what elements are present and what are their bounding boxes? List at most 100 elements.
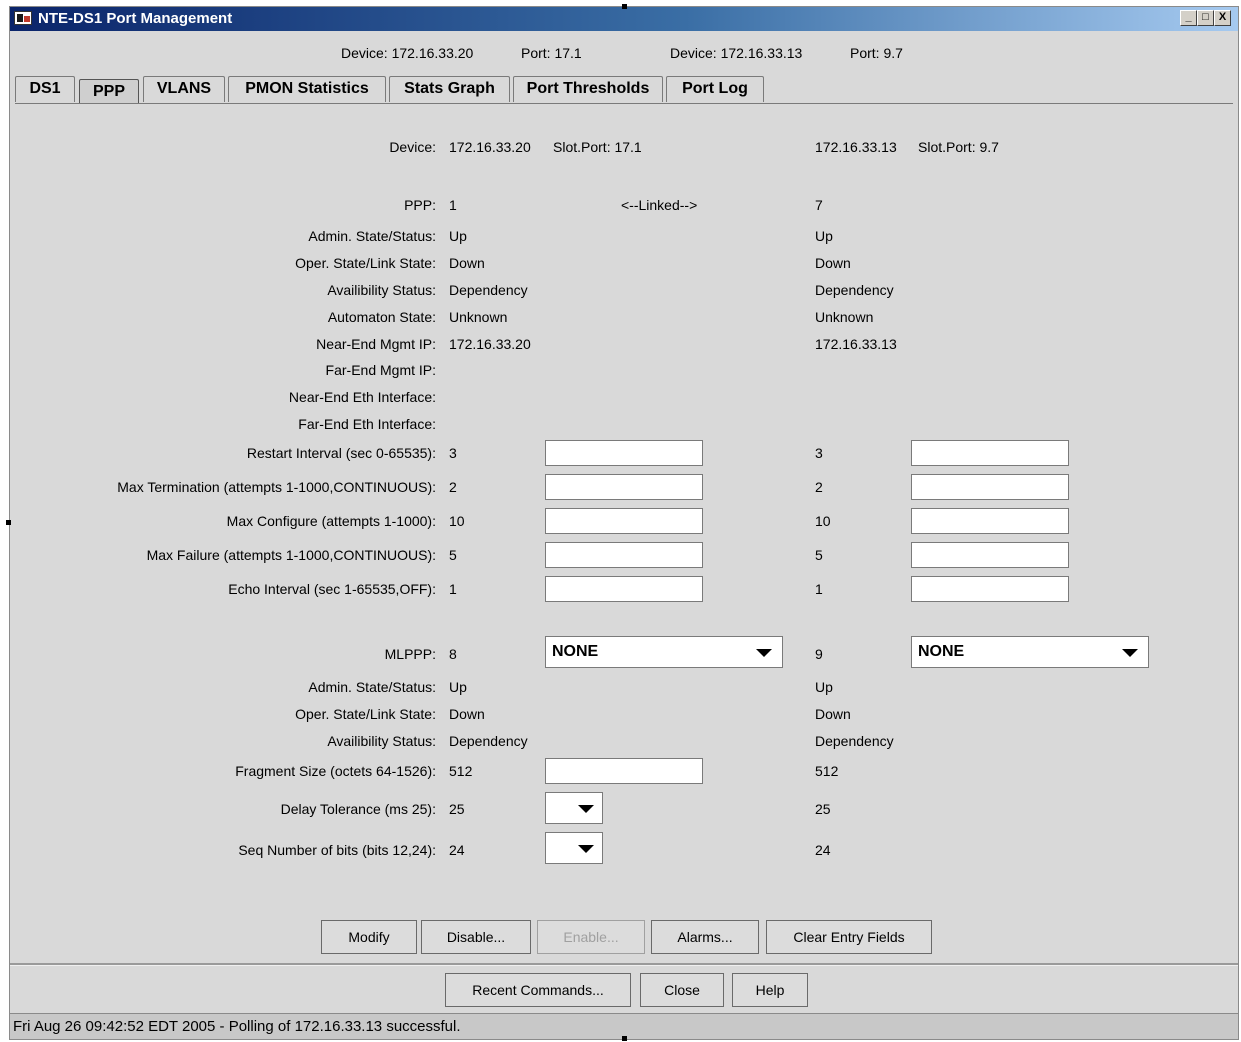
tab-port-log[interactable]: Port Log [666, 76, 764, 102]
mlppp-availability-near: Dependency [449, 733, 528, 749]
admin-state-far: Up [815, 228, 833, 244]
separator [10, 963, 1238, 966]
linked-indicator: <--Linked--> [621, 197, 698, 213]
max-failure-near-input[interactable] [545, 542, 703, 568]
mlppp-near: 8 [449, 646, 457, 662]
availability-label: Availibility Status: [327, 282, 436, 298]
ppp-near: 1 [449, 197, 457, 213]
restart-interval-label: Restart Interval (sec 0-65535): [246, 445, 436, 461]
mlppp-oper-state-label: Oper. State/Link State: [295, 706, 436, 722]
restart-interval-far: 3 [815, 445, 823, 461]
near-mgmt-ip-label: Near-End Mgmt IP: [316, 336, 436, 352]
max-termination-near-input[interactable] [545, 474, 703, 500]
max-termination-label: Max Termination (attempts 1-1000,CONTINU… [117, 479, 436, 495]
minimize-button[interactable]: _ [1180, 10, 1197, 26]
alarms-button[interactable]: Alarms... [651, 920, 759, 954]
fragment-size-label: Fragment Size (octets 64-1526): [235, 763, 436, 779]
mlppp-label: MLPPP: [384, 646, 436, 662]
max-termination-near: 2 [449, 479, 457, 495]
near-eth-interface-label: Near-End Eth Interface: [288, 389, 436, 405]
seq-number-far: 24 [815, 842, 831, 858]
mlppp-far: 9 [815, 646, 823, 662]
title-bar[interactable]: NTE-DS1 Port Management _ □ X [10, 7, 1238, 31]
max-termination-far-input[interactable] [911, 474, 1069, 500]
echo-interval-far: 1 [815, 581, 823, 597]
echo-interval-label: Echo Interval (sec 1-65535,OFF): [228, 581, 436, 597]
far-eth-interface-label: Far-End Eth Interface: [298, 416, 436, 432]
mlppp-admin-state-label: Admin. State/Status: [308, 679, 436, 695]
max-failure-near: 5 [449, 547, 457, 563]
mlppp-far-select[interactable]: NONE [911, 636, 1149, 668]
admin-state-near: Up [449, 228, 467, 244]
window-title: NTE-DS1 Port Management [38, 10, 233, 27]
restart-interval-near-input[interactable] [545, 440, 703, 466]
resize-handle-left[interactable] [6, 520, 11, 525]
fragment-size-input[interactable] [545, 758, 703, 784]
port-management-window: NTE-DS1 Port Management _ □ X Device: 17… [9, 6, 1239, 1040]
tab-port-thresholds[interactable]: Port Thresholds [513, 76, 663, 102]
automaton-label: Automaton State: [327, 309, 436, 325]
echo-interval-near-input[interactable] [545, 576, 703, 602]
chevron-down-icon [756, 649, 772, 657]
mlppp-near-select[interactable]: NONE [545, 636, 783, 668]
close-button[interactable]: Close [640, 973, 724, 1007]
resize-handle-top[interactable] [622, 4, 627, 9]
resize-handle-bottom[interactable] [622, 1036, 627, 1041]
oper-state-label: Oper. State/Link State: [295, 255, 436, 271]
restart-interval-far-input[interactable] [911, 440, 1069, 466]
automaton-far: Unknown [815, 309, 874, 325]
tab-ds1[interactable]: DS1 [15, 76, 75, 102]
disable-button[interactable]: Disable... [421, 920, 531, 954]
recent-commands-button[interactable]: Recent Commands... [445, 973, 631, 1007]
device-label: Device: [389, 139, 436, 155]
oper-state-far: Down [815, 255, 851, 271]
near-mgmt-ip-far: 172.16.33.13 [815, 336, 897, 352]
near-device: 172.16.33.20 [449, 139, 531, 155]
seq-number-select[interactable] [545, 832, 603, 864]
close-window-button[interactable]: X [1214, 10, 1231, 26]
availability-near: Dependency [449, 282, 528, 298]
enable-button[interactable]: Enable... [537, 920, 645, 954]
tab-vlans[interactable]: VLANS [143, 76, 225, 102]
tab-divider [15, 103, 1233, 104]
restart-interval-near: 3 [449, 445, 457, 461]
tab-ppp[interactable]: PPP [79, 79, 139, 104]
availability-far: Dependency [815, 282, 894, 298]
max-configure-near-input[interactable] [545, 508, 703, 534]
max-configure-far-input[interactable] [911, 508, 1069, 534]
app-icon [14, 11, 32, 25]
delay-tolerance-label: Delay Tolerance (ms 25): [280, 801, 436, 817]
max-termination-far: 2 [815, 479, 823, 495]
max-configure-near: 10 [449, 513, 465, 529]
delay-tolerance-select[interactable] [545, 792, 603, 824]
max-failure-far-input[interactable] [911, 542, 1069, 568]
automaton-near: Unknown [449, 309, 508, 325]
mlppp-far-select-value: NONE [918, 643, 965, 660]
tab-pmon-statistics[interactable]: PMON Statistics [228, 76, 386, 102]
ppp-label: PPP: [404, 197, 436, 213]
mlppp-near-select-value: NONE [552, 643, 599, 660]
mlppp-admin-state-far: Up [815, 679, 833, 695]
fragment-size-far: 512 [815, 763, 839, 779]
near-mgmt-ip-near: 172.16.33.20 [449, 336, 531, 352]
help-button[interactable]: Help [732, 973, 808, 1007]
chevron-down-icon [578, 845, 594, 853]
chevron-down-icon [578, 805, 594, 813]
delay-tolerance-near: 25 [449, 801, 465, 817]
echo-interval-near: 1 [449, 581, 457, 597]
clear-entry-fields-button[interactable]: Clear Entry Fields [766, 920, 932, 954]
header-device-b: Device: 172.16.33.13 [670, 45, 803, 61]
header-port-a: Port: 17.1 [521, 45, 582, 61]
maximize-button[interactable]: □ [1197, 10, 1214, 26]
seq-number-label: Seq Number of bits (bits 12,24): [238, 842, 436, 858]
far-mgmt-ip-label: Far-End Mgmt IP: [325, 362, 436, 378]
mlppp-availability-label: Availibility Status: [327, 733, 436, 749]
max-configure-label: Max Configure (attempts 1-1000): [226, 513, 436, 529]
modify-button[interactable]: Modify [321, 920, 417, 954]
max-failure-far: 5 [815, 547, 823, 563]
oper-state-near: Down [449, 255, 485, 271]
tab-stats-graph[interactable]: Stats Graph [389, 76, 510, 102]
ppp-far: 7 [815, 197, 823, 213]
echo-interval-far-input[interactable] [911, 576, 1069, 602]
far-slotport: Slot.Port: 9.7 [918, 139, 999, 155]
